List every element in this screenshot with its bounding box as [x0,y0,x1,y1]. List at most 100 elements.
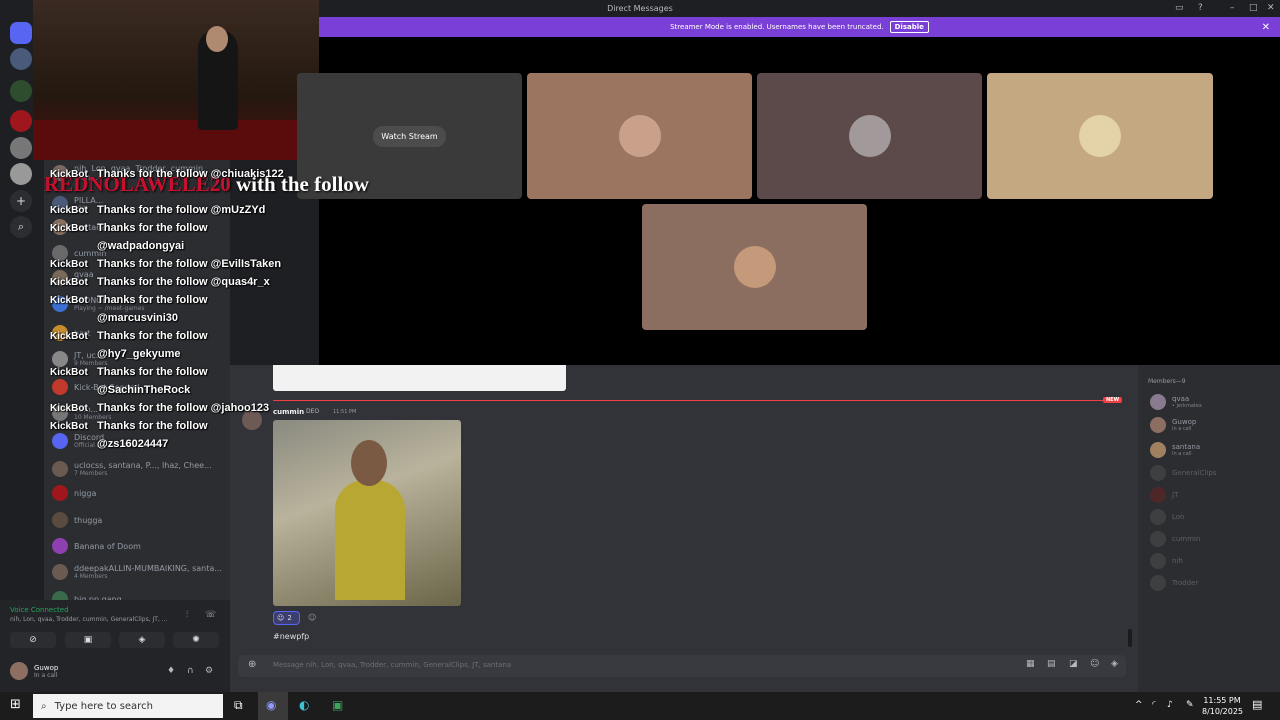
taskbar-search[interactable]: ⌕ Type here to search [33,694,223,718]
server-icon[interactable] [10,110,32,132]
help-icon[interactable]: ? [1198,3,1203,13]
reaction[interactable]: ☺ 2 [273,611,300,625]
dm-item[interactable]: big pp gang [52,588,228,600]
inbox-icon[interactable]: ▭ [1175,3,1184,13]
headphones-icon[interactable]: ∩ [187,666,194,676]
dm-name: uclocss, santana, P..., Ihaz, Chee... [74,461,212,470]
member-item[interactable]: GeneralClips [1150,463,1216,483]
participant-tile[interactable] [987,73,1213,199]
kickbot-label: KickBot [50,205,88,216]
member-item[interactable]: nih [1150,551,1183,571]
follow-alert-line: Thanks for the follow [97,330,208,342]
mic-icon[interactable]: ♦ [167,666,175,676]
emoji-icon[interactable]: ☺ [1090,659,1099,669]
webcam-overlay-video [33,0,319,160]
kickbot-label: KickBot [50,367,88,378]
dm-item[interactable]: ddeepakALLIN-MUMBAIKING, santa... 4 Membe… [52,561,228,583]
member-item[interactable]: JT [1150,485,1178,505]
dm-subtitle: 7 Members [74,470,108,477]
avatar [52,538,68,554]
member-name: Guwop [1172,418,1197,426]
banner-close-icon[interactable]: ✕ [1262,22,1270,33]
follow-alert-line: Thanks for the follow @quas4r_x [97,276,270,288]
new-divider [273,400,1113,401]
avatar [52,351,68,367]
apps-icon[interactable]: ◈ [1111,659,1118,669]
window-title: Direct Messages [607,4,673,13]
disable-button[interactable]: Disable [889,21,929,33]
start-windows-icon[interactable]: ⊞ [10,697,21,712]
participant-tile[interactable] [527,73,752,199]
message-input[interactable]: Message nih, Lon, qvaa, Trodder, cummin,… [273,661,511,669]
scrollbar[interactable] [1128,629,1132,647]
search-placeholder: Type here to search [54,700,153,712]
gift-icon[interactable]: ▦ [1026,659,1035,669]
message-image[interactable] [273,420,461,606]
home-button[interactable] [10,22,32,44]
dm-item[interactable]: nigga [52,482,228,504]
participant-tile[interactable] [757,73,982,199]
avatar [1079,115,1121,157]
activity-button[interactable]: ◈ [119,632,165,648]
message-input-box[interactable]: ⊕ Message nih, Lon, qvaa, Trodder, cummi… [238,655,1126,677]
kickbot-label: KickBot [50,421,88,432]
edge-app-icon[interactable]: ◐ [299,698,309,712]
minimize-button[interactable]: – [1230,3,1235,13]
member-item[interactable]: santana In a call [1150,440,1200,460]
soundboard-button[interactable]: ✺ [173,632,219,648]
member-name: JT [1172,491,1179,499]
avatar [52,591,68,600]
dm-item[interactable]: uclocss, santana, P..., Ihaz, Chee... 7 M… [52,458,228,480]
participant-tile[interactable] [642,204,867,330]
server-icon[interactable] [10,48,32,70]
chat-area: NEW cummin DEO 11:51 PM ☺ 2 ☺ #newpfp ⊕ M… [230,365,1138,692]
add-attachment-icon[interactable]: ⊕ [248,659,256,670]
chevron-up-icon[interactable]: ^ [1135,700,1143,710]
discover-icon[interactable]: ⌕ [10,216,32,238]
sticker-icon[interactable]: ◪ [1069,659,1078,669]
clock[interactable]: 11:55 PM 8/10/2025 [1202,695,1243,717]
close-button[interactable]: ✕ [1267,3,1275,13]
follow-alert-line: @marcusvini30 [97,312,179,324]
follow-alert-line: @zs16024447 [97,438,169,450]
pen-icon[interactable]: ✎ [1186,700,1194,710]
share-screen-button[interactable]: ▣ [65,632,111,648]
noise-icon[interactable]: ⫶ [186,610,188,620]
watch-stream-button[interactable]: Watch Stream [373,125,446,147]
member-item[interactable]: qvaa • jerkmatex [1150,392,1202,412]
member-item[interactable]: Guwop In a call [1150,415,1196,435]
avatar [1150,394,1166,410]
dm-name: Banana of Doom [74,541,141,551]
kickbot-label: KickBot [50,403,88,414]
dm-item[interactable]: thugga [52,509,228,531]
gif-icon[interactable]: ▤ [1047,659,1056,669]
member-item[interactable]: Trodder [1150,573,1198,593]
members-header: Members—9 [1148,378,1186,385]
volume-icon[interactable]: ♪ [1167,700,1173,710]
app-icon[interactable]: ▣ [332,698,343,712]
disconnect-icon[interactable]: ☏ [205,610,216,620]
server-icon[interactable] [10,163,32,185]
settings-gear-icon[interactable]: ⚙ [205,666,213,676]
dm-item[interactable]: Banana of Doom [52,535,228,557]
follow-alert-line: Thanks for the follow [97,420,208,432]
kickbot-label: KickBot [50,169,88,180]
notification-icon[interactable]: ▤ [1252,698,1262,711]
previous-image[interactable] [273,365,566,391]
add-server-icon[interactable]: + [10,190,32,212]
dm-name: nigga [74,488,97,498]
network-icon[interactable]: ◜ [1152,700,1156,710]
discord-app-icon[interactable]: ◉ [258,692,288,720]
member-item[interactable]: Lon [1150,507,1185,527]
message-author[interactable]: cummin [273,408,304,416]
server-icon[interactable] [10,80,32,102]
voice-status: Voice Connected [10,606,69,614]
camera-button[interactable]: ⊘ [10,632,56,648]
add-reaction-icon[interactable]: ☺ [308,613,316,622]
task-view-icon[interactable]: ⧉ [234,698,243,713]
dm-subtitle: Playing ~ /meet-games [74,305,145,312]
server-icon[interactable] [10,137,32,159]
member-item[interactable]: cummin [1150,529,1200,549]
user-panel[interactable]: Guwop In a call [10,662,58,680]
maximize-button[interactable]: □ [1249,3,1258,13]
